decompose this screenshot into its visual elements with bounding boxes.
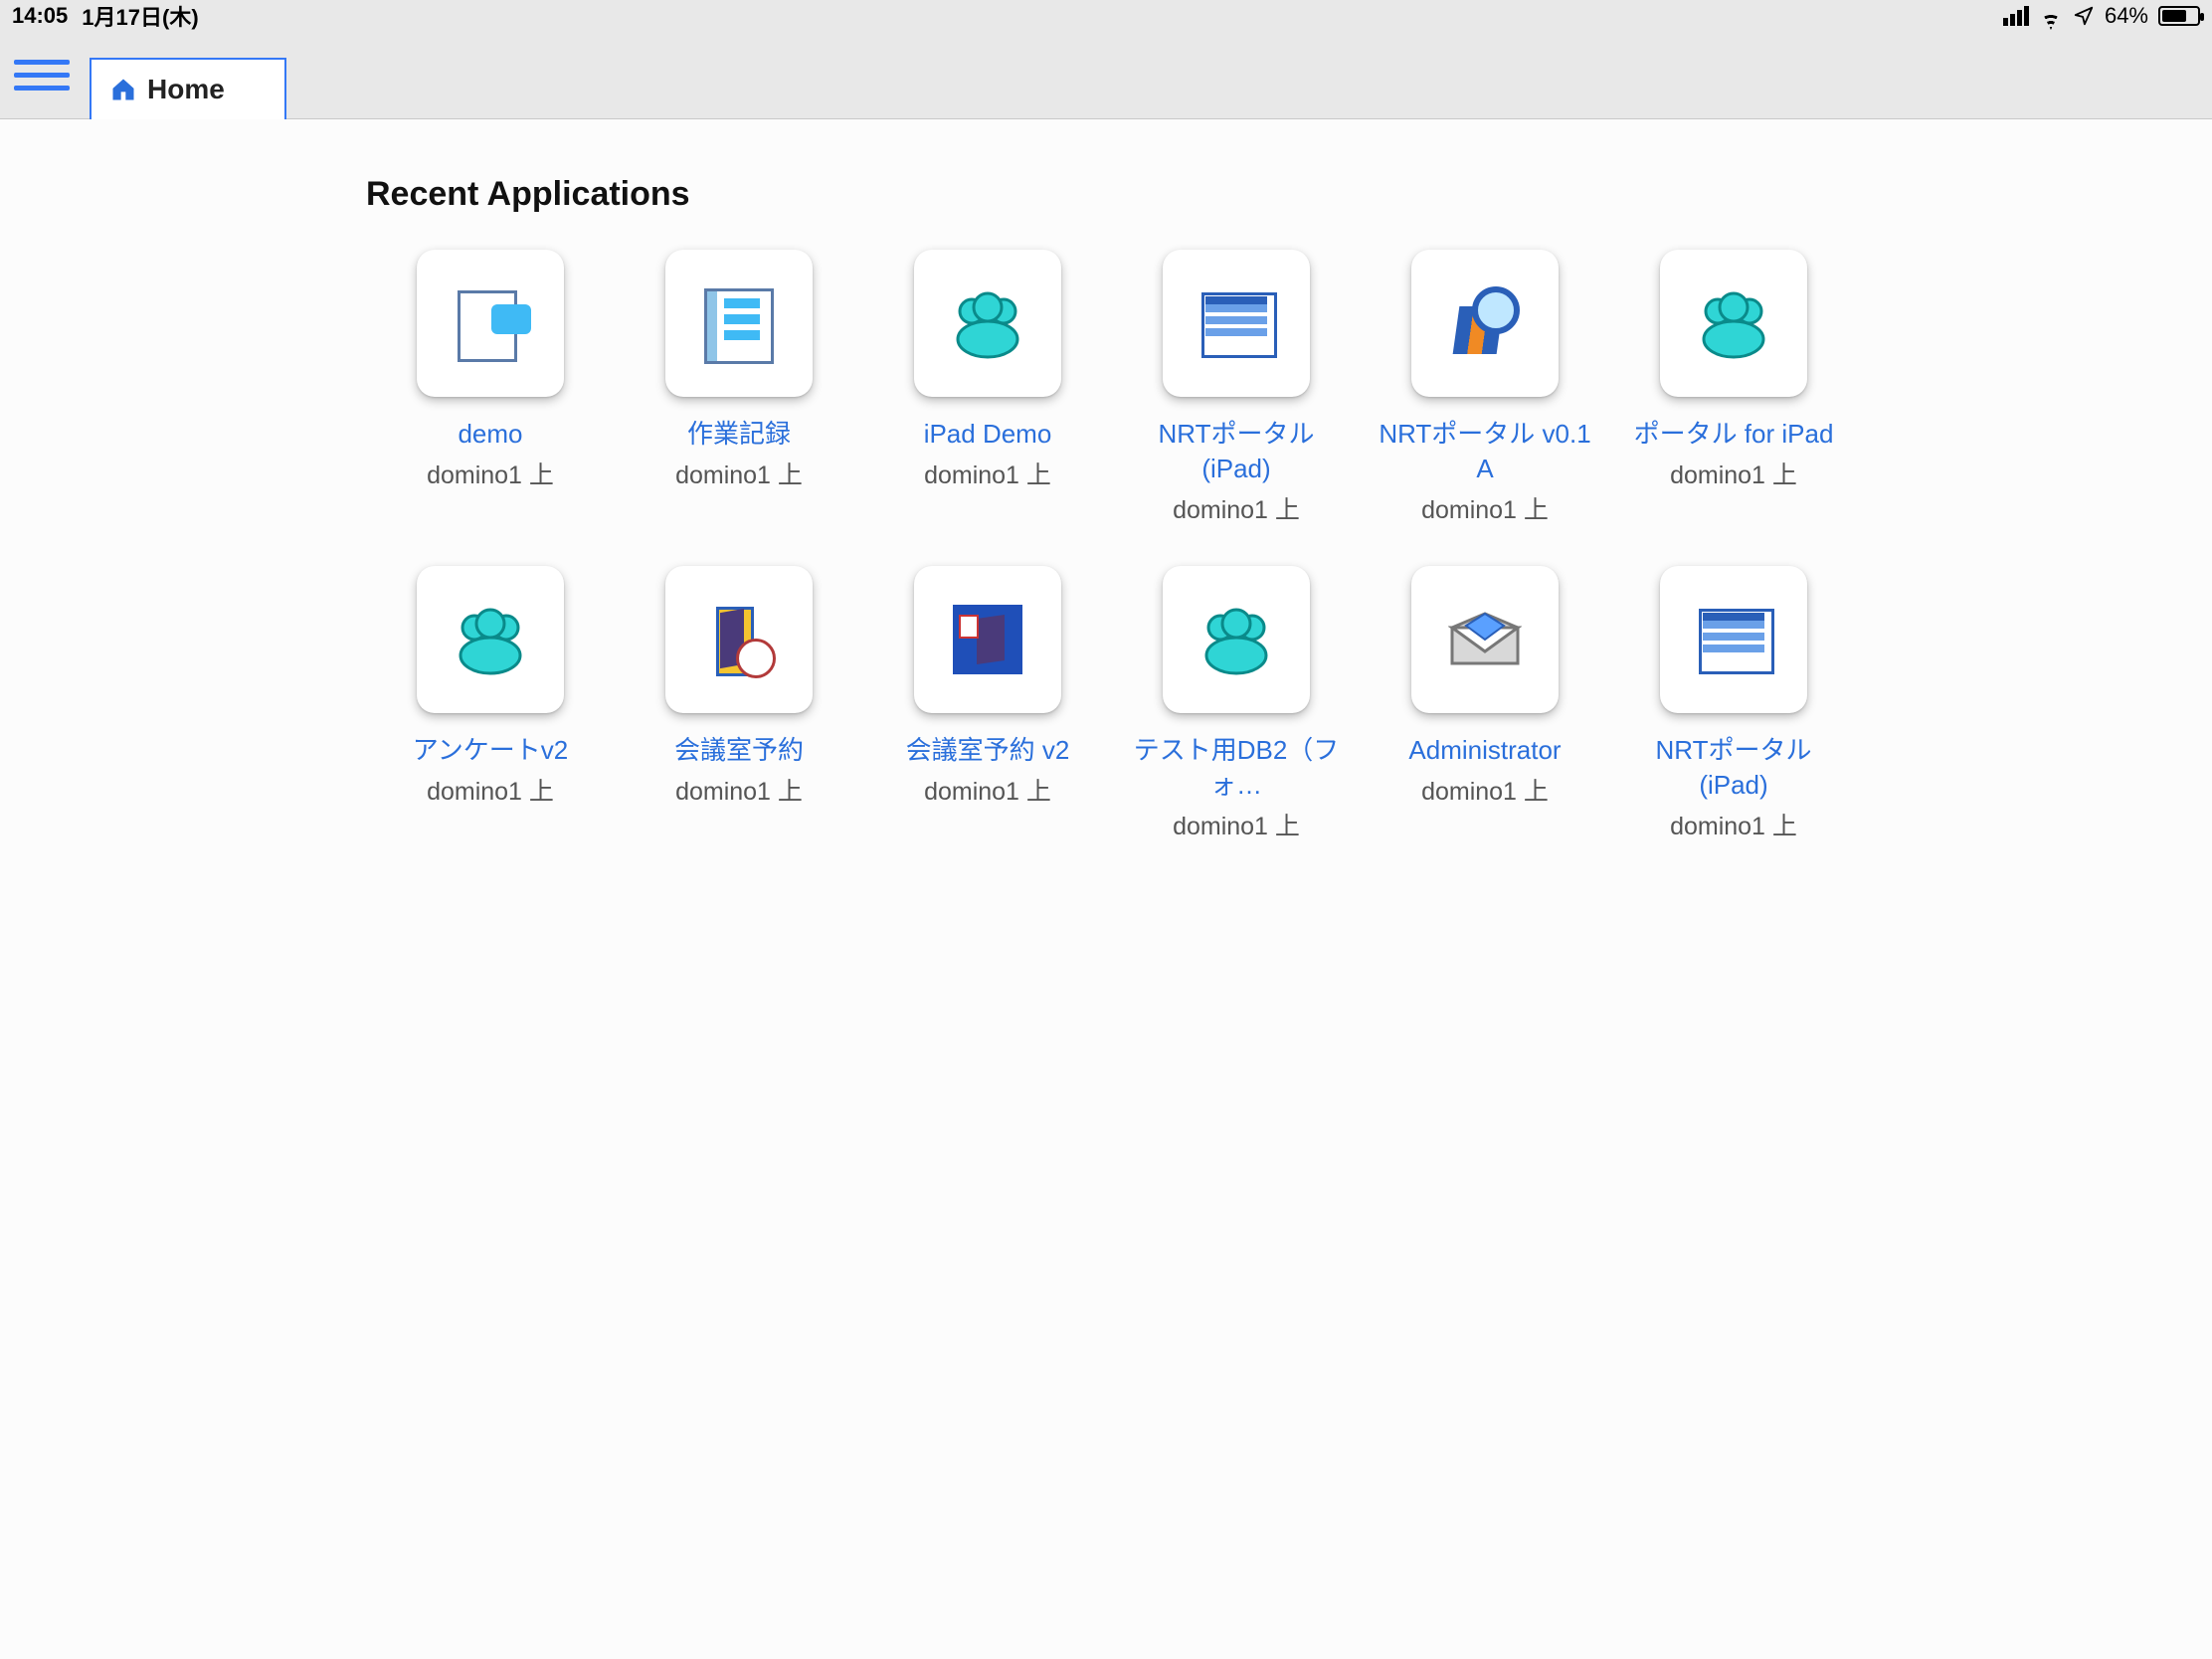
app-server: domino1 上 — [924, 456, 1051, 491]
app-server: domino1 上 — [1173, 807, 1300, 842]
main-content: Recent Applications demodomino1 上作業記録dom… — [0, 119, 2212, 842]
battery-icon — [2158, 6, 2200, 26]
app-icon — [1163, 250, 1310, 397]
tab-home-label: Home — [147, 74, 225, 105]
cellular-icon — [2003, 6, 2029, 26]
app-icon — [417, 566, 564, 713]
tab-home[interactable]: Home — [90, 58, 286, 119]
app-name: 作業記録 — [687, 417, 791, 452]
app-name: NRTポータル v0.1 A — [1376, 417, 1594, 486]
app-server: domino1 上 — [675, 772, 803, 808]
app-icon — [665, 250, 813, 397]
app-icon — [1660, 566, 1807, 713]
app-tile[interactable]: NRTポータル (iPad) domino1 上 — [1112, 250, 1361, 526]
status-bar: 14:05 1月17日(木) 64% — [0, 0, 2212, 32]
app-tile[interactable]: NRTポータル v0.1 A domino1 上 — [1361, 250, 1609, 526]
app-header: Home — [0, 32, 2212, 119]
app-tile[interactable]: アンケートv2 domino1 上 — [366, 566, 615, 842]
app-server: domino1 上 — [1421, 772, 1549, 808]
app-tile[interactable]: テスト用DB2（フォ… domino1 上 — [1112, 566, 1361, 842]
app-name: テスト用DB2（フォ… — [1127, 733, 1346, 803]
app-icon — [914, 250, 1061, 397]
app-server: domino1 上 — [675, 456, 803, 491]
app-icon — [417, 250, 564, 397]
app-tile[interactable]: NRTポータル (iPad) domino1 上 — [1609, 566, 1858, 842]
app-icon — [1411, 250, 1559, 397]
app-name: アンケートv2 — [413, 733, 568, 768]
app-server: domino1 上 — [1670, 807, 1797, 842]
app-tile[interactable]: 会議室予約 v2 domino1 上 — [863, 566, 1112, 842]
app-server: domino1 上 — [1421, 490, 1549, 526]
app-icon — [1163, 566, 1310, 713]
app-icon — [1660, 250, 1807, 397]
app-server: domino1 上 — [427, 456, 554, 491]
status-time: 14:05 — [12, 3, 68, 29]
section-title: Recent Applications — [0, 175, 2212, 214]
app-server: domino1 上 — [1173, 490, 1300, 526]
app-name: iPad Demo — [924, 417, 1052, 452]
app-tile[interactable]: ポータル for iPad domino1 上 — [1609, 250, 1858, 526]
app-server: domino1 上 — [427, 772, 554, 808]
app-tile[interactable]: demo domino1 上 — [366, 250, 615, 526]
battery-percent: 64% — [2105, 3, 2148, 29]
app-tile[interactable]: iPad Demo domino1 上 — [863, 250, 1112, 526]
app-icon — [665, 566, 813, 713]
app-tile[interactable]: 会議室予約 domino1 上 — [615, 566, 863, 842]
app-name: ポータル for iPad — [1634, 417, 1834, 452]
app-tile[interactable]: 作業記録 domino1 上 — [615, 250, 863, 526]
app-name: 会議室予約 v2 — [906, 733, 1070, 768]
wifi-icon — [2039, 6, 2063, 26]
app-server: domino1 上 — [1670, 456, 1797, 491]
location-icon — [2073, 5, 2095, 27]
menu-button[interactable] — [14, 47, 70, 102]
app-grid: demodomino1 上作業記録domino1 上iPad Demodomin… — [0, 250, 2212, 842]
app-name: NRTポータル (iPad) — [1127, 417, 1346, 486]
app-name: Administrator — [1408, 733, 1561, 768]
app-name: 会議室予約 — [674, 733, 804, 768]
app-icon — [914, 566, 1061, 713]
app-name: NRTポータル (iPad) — [1624, 733, 1843, 803]
app-icon — [1411, 566, 1559, 713]
status-date: 1月17日(木) — [82, 0, 198, 32]
app-server: domino1 上 — [924, 772, 1051, 808]
app-tile[interactable]: Administrator domino1 上 — [1361, 566, 1609, 842]
home-icon — [109, 76, 137, 103]
app-name: demo — [458, 417, 522, 452]
